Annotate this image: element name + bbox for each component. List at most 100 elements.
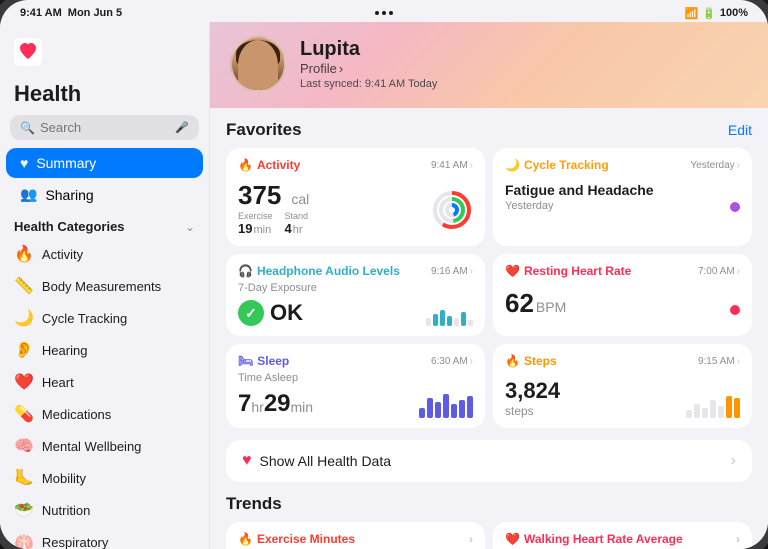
category-label: Mental Wellbeing xyxy=(42,439,141,454)
steps-bar-4 xyxy=(710,400,716,418)
heart-rate-card[interactable]: ❤️ Resting Heart Rate 7:00 AM › 62 xyxy=(493,254,752,336)
search-icon: 🔍 xyxy=(20,121,35,135)
activity-move-value: 375 xyxy=(238,180,281,211)
favorites-section: Favorites Edit 🔥 Activity 9:41 AM xyxy=(210,108,768,440)
respiratory-icon: 🫁 xyxy=(14,532,34,549)
main-content: Health 🔍 🎤 ♥ Summary 👥 Sharing Health Ca… xyxy=(0,22,768,549)
mic-icon[interactable]: 🎤 xyxy=(175,121,189,134)
steps-card[interactable]: 🔥 Steps 9:15 AM › 3,824 xyxy=(493,344,752,428)
steps-chevron-icon: › xyxy=(737,356,740,367)
category-label: Cycle Tracking xyxy=(42,311,127,326)
ok-circle: ✓ xyxy=(238,300,264,326)
cycle-chevron-icon: › xyxy=(737,160,740,171)
sharing-icon: 👥 xyxy=(20,186,37,203)
status-time: 9:41 AM xyxy=(20,7,62,19)
activity-move-unit: cal xyxy=(291,191,309,207)
health-app-icon xyxy=(14,38,42,66)
headphone-card-time: 9:16 AM › xyxy=(431,266,473,277)
category-label: Activity xyxy=(42,247,83,262)
steps-bar-6 xyxy=(726,396,732,418)
category-activity[interactable]: 🔥 Activity xyxy=(0,238,209,270)
category-mental[interactable]: 🧠 Mental Wellbeing xyxy=(0,430,209,462)
steps-card-body: 3,824 steps xyxy=(505,372,740,418)
sleep-minutes: 29 xyxy=(264,390,291,418)
audio-bar-1 xyxy=(426,318,431,326)
category-heart[interactable]: ❤️ Heart xyxy=(0,366,209,398)
profile-chevron-icon: › xyxy=(339,61,343,76)
category-medications[interactable]: 💊 Medications xyxy=(0,398,209,430)
heart-card-time: 7:00 AM › xyxy=(698,266,740,277)
search-input[interactable] xyxy=(40,120,170,135)
steps-card-icon: 🔥 xyxy=(505,354,520,368)
heart-card-title: ❤️ Resting Heart Rate xyxy=(505,264,631,278)
steps-card-title: 🔥 Steps xyxy=(505,354,557,368)
category-respiratory[interactable]: 🫁 Respiratory xyxy=(0,526,209,549)
activity-card[interactable]: 🔥 Activity 9:41 AM › 375 xyxy=(226,148,485,246)
trend-exercise-chevron: › xyxy=(469,532,473,546)
sidebar-item-sharing[interactable]: 👥 Sharing xyxy=(6,179,203,210)
category-cycle[interactable]: 🌙 Cycle Tracking xyxy=(0,302,209,334)
activity-sub: Exercise 19 min Stand xyxy=(238,211,309,236)
profile-sync: Last synced: 9:41 AM Today xyxy=(300,78,437,90)
trend-card-exercise[interactable]: 🔥 Exercise Minutes › xyxy=(226,522,485,549)
steps-unit: steps xyxy=(505,404,560,418)
mobility-icon: 🦶 xyxy=(14,468,34,488)
favorites-grid: 🔥 Activity 9:41 AM › 375 xyxy=(226,148,752,428)
status-left: 9:41 AM Mon Jun 5 xyxy=(20,7,122,19)
sleep-chevron-icon: › xyxy=(470,356,473,367)
time-asleep-label: Time Asleep xyxy=(238,372,473,384)
audio-bar-7 xyxy=(468,320,473,326)
sleep-bar-4 xyxy=(443,394,449,418)
activity-card-icon: 🔥 xyxy=(238,158,253,172)
main-area: Lupita Profile › Last synced: 9:41 AM To… xyxy=(210,22,768,549)
trend-card-walking-hr[interactable]: ❤️ Walking Heart Rate Average › xyxy=(493,522,752,549)
category-body[interactable]: 📏 Body Measurements xyxy=(0,270,209,302)
fatigue-title: Fatigue and Headache xyxy=(505,182,654,198)
stand-value: 4 xyxy=(285,221,292,236)
favorites-edit-button[interactable]: Edit xyxy=(728,122,752,138)
headphone-card-title: 🎧 Headphone Audio Levels xyxy=(238,264,400,278)
sleep-card-body: 7 hr 29 min xyxy=(238,384,473,418)
heart-unit: BPM xyxy=(536,299,566,315)
headphone-card[interactable]: 🎧 Headphone Audio Levels 9:16 AM › 7-Day… xyxy=(226,254,485,336)
heart-card-body: 62 BPM xyxy=(505,282,740,319)
cycle-icon: 🌙 xyxy=(505,158,520,172)
profile-link[interactable]: Profile › xyxy=(300,61,437,76)
sleep-card-title: 🛏 Sleep xyxy=(238,354,289,368)
headphone-card-header: 🎧 Headphone Audio Levels 9:16 AM › xyxy=(238,264,473,278)
sleep-bars xyxy=(419,390,473,418)
ok-badge: ✓ OK xyxy=(238,300,303,326)
category-hearing[interactable]: 👂 Hearing xyxy=(0,334,209,366)
sleep-value: 7 hr 29 min xyxy=(238,390,313,418)
categories-header: Health Categories ⌄ xyxy=(0,211,209,238)
show-all-chevron-icon: › xyxy=(731,452,736,470)
steps-value: 3,824 xyxy=(505,378,560,404)
heart-dot-indicator xyxy=(730,305,740,315)
activity-ring xyxy=(431,189,473,236)
heart-card-header: ❤️ Resting Heart Rate 7:00 AM › xyxy=(505,264,740,278)
sidebar-item-summary[interactable]: ♥ Summary xyxy=(6,148,203,178)
heart-number: 62 xyxy=(505,288,534,319)
avatar[interactable] xyxy=(230,36,286,92)
activity-chevron-icon: › xyxy=(470,160,473,171)
favorites-header: Favorites Edit xyxy=(226,120,752,140)
categories-chevron[interactable]: ⌄ xyxy=(185,220,195,234)
audio-bar-5 xyxy=(454,318,459,326)
category-nutrition[interactable]: 🥗 Nutrition xyxy=(0,494,209,526)
status-bar: 9:41 AM Mon Jun 5 📶 🔋 100% xyxy=(0,0,768,22)
categories-title: Health Categories xyxy=(14,219,125,234)
sleep-card-time: 6:30 AM › xyxy=(431,356,473,367)
sleep-card[interactable]: 🛏 Sleep 6:30 AM › Time Asleep 7 xyxy=(226,344,485,428)
cycle-tracking-card[interactable]: 🌙 Cycle Tracking Yesterday › Fatigue and… xyxy=(493,148,752,246)
mental-icon: 🧠 xyxy=(14,436,34,456)
search-bar[interactable]: 🔍 🎤 xyxy=(10,115,199,140)
show-all-row[interactable]: ♥ Show All Health Data › xyxy=(226,440,752,482)
trends-row: 🔥 Exercise Minutes › ❤️ Walking Heart Ra… xyxy=(226,522,752,549)
app-icon-container xyxy=(0,32,209,77)
steps-bars xyxy=(686,390,740,418)
show-all-heart-icon: ♥ xyxy=(242,452,252,470)
wifi-icon: 📶 xyxy=(684,7,698,20)
category-mobility[interactable]: 🦶 Mobility xyxy=(0,462,209,494)
trend-exercise-title: 🔥 Exercise Minutes › xyxy=(238,532,473,546)
fatigue-dot-indicator xyxy=(730,202,740,212)
